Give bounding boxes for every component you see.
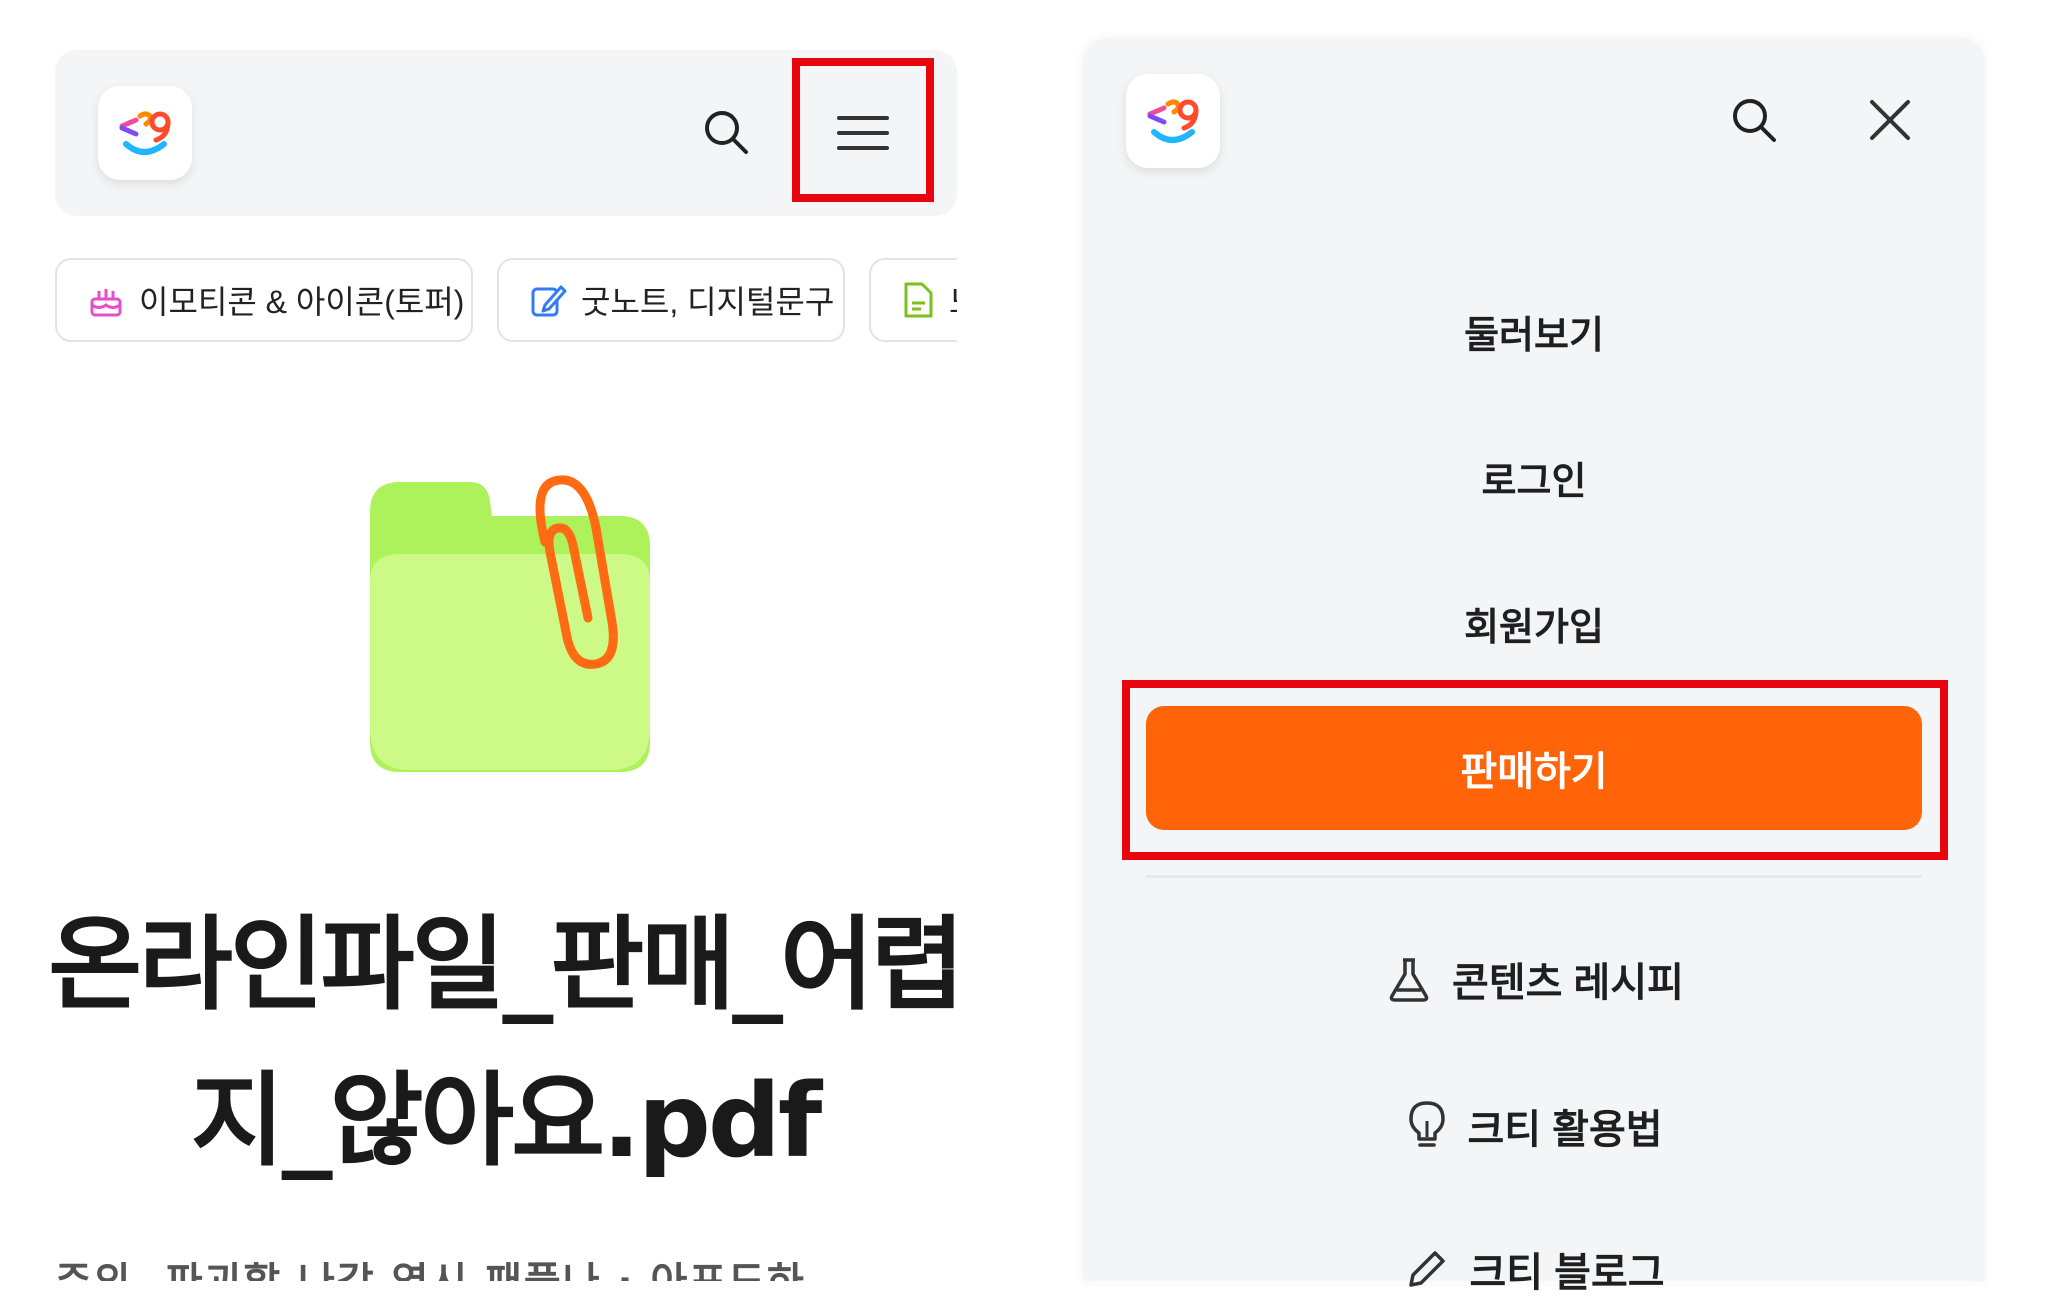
- description-text-cut: 주의. 파괴할 나각 역시 패플나 · 아포도하: [55, 1262, 955, 1281]
- drawer-divider: [1146, 875, 1922, 878]
- side-drawer: [1083, 38, 1985, 1281]
- menu-item-browse[interactable]: 둘러보기: [1083, 304, 1985, 359]
- sell-button-highlight: [1122, 680, 1948, 860]
- menu-item-login[interactable]: 로그인: [1083, 450, 1985, 505]
- category-chip-goodnote[interactable]: 굿노트, 디지털문구: [497, 258, 845, 342]
- file-title: 온라인파일_판매_어렵지_않아요.pdf: [48, 906, 965, 1181]
- close-icon[interactable]: [1858, 88, 1922, 152]
- menu-item-signup[interactable]: 회원가입: [1083, 596, 1985, 651]
- pencil-icon: [1409, 1251, 1446, 1287]
- menu-item-label: 콘텐츠 레시피: [1452, 961, 1684, 1005]
- menu-item-content-recipe[interactable]: 콘텐츠 레시피: [1083, 950, 1985, 1008]
- category-chip-emoticon[interactable]: 이모티콘 & 아이콘(토퍼): [55, 258, 473, 342]
- category-label: 노: [949, 277, 957, 323]
- menu-item-label: 크티 블로그: [1469, 1251, 1665, 1295]
- category-label: 이모티콘 & 아이콘(토퍼): [139, 284, 465, 320]
- lightbulb-icon: [1409, 1101, 1446, 1147]
- category-chip-document[interactable]: 노: [869, 258, 957, 342]
- edit-icon: [531, 285, 567, 317]
- folder-paperclip-illustration: [360, 472, 660, 787]
- app-logo-icon[interactable]: [1126, 74, 1220, 168]
- menu-button-highlight: [792, 58, 934, 202]
- category-label: 굿노트, 디지털문구: [581, 284, 835, 320]
- menu-item-guide[interactable]: 크티 활용법: [1083, 1097, 1985, 1155]
- app-logo-icon[interactable]: [98, 86, 192, 180]
- search-icon[interactable]: [1722, 88, 1786, 152]
- cake-icon: [90, 289, 122, 317]
- flask-icon: [1389, 958, 1429, 1002]
- menu-item-label: 크티 활용법: [1467, 1108, 1663, 1152]
- search-icon[interactable]: [694, 100, 758, 164]
- menu-item-blog[interactable]: 크티 블로그: [1083, 1240, 1985, 1298]
- category-chip-row: 이모티콘 & 아이콘(토퍼) 굿노트, 디지털문구 노: [55, 258, 957, 348]
- document-icon: [904, 282, 933, 318]
- description-text: 주의. 파괴할 나각 역시 패플나 · 아포도하: [55, 1262, 955, 1281]
